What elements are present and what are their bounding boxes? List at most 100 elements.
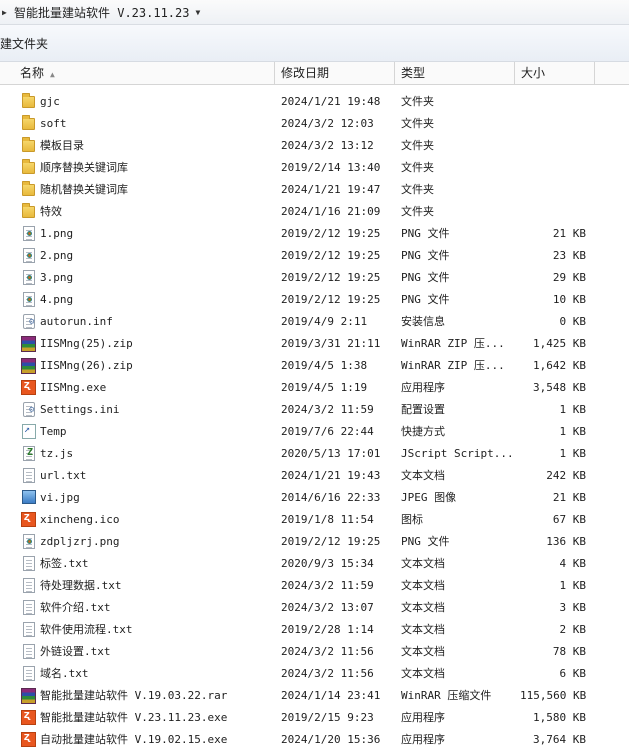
file-size	[520, 201, 586, 223]
file-date: 2019/2/12 19:25	[281, 535, 381, 548]
file-name: 2.png	[40, 249, 74, 262]
column-date[interactable]: 修改日期	[275, 62, 395, 84]
winrar-icon	[21, 336, 36, 352]
file-row[interactable]: 2.png 2019/2/12 19:25 PNG 文件 23 KB	[0, 245, 629, 267]
file-date: 2024/1/21 19:47	[281, 183, 381, 196]
file-row[interactable]: zdpljzrj.png 2019/2/12 19:25 PNG 文件 136 KB	[0, 531, 629, 553]
file-name: 随机替换关键词库	[40, 183, 128, 196]
file-name: 1.png	[40, 227, 74, 240]
file-type: PNG 文件	[401, 249, 450, 262]
file-date: 2019/2/12 19:25	[281, 293, 381, 306]
file-type: JScript Script...	[401, 447, 514, 460]
file-size: 3 KB	[559, 601, 587, 614]
breadcrumb-arrow-icon[interactable]: ▶	[2, 8, 12, 17]
address-bar[interactable]: ▶ 智能批量建站软件 V.23.11.23 ▼	[0, 0, 629, 25]
file-date: 2019/2/14 13:40	[281, 161, 381, 174]
file-row[interactable]: 顺序替换关键词库 2019/2/14 13:40 文件夹	[0, 157, 629, 179]
file-row[interactable]: 智能批量建站软件 V.19.03.22.rar 2024/1/14 23:41 Wi…	[0, 685, 629, 707]
file-size: 78 KB	[552, 645, 586, 658]
file-type: WinRAR 压缩文件	[401, 689, 492, 702]
file-row[interactable]: soft 2024/3/2 12:03 文件夹	[0, 113, 629, 135]
file-type: 文件夹	[401, 161, 434, 174]
script-icon	[23, 446, 35, 461]
file-row[interactable]: xincheng.ico 2019/1/8 11:54 图标 67 KB	[0, 509, 629, 531]
toolbar: 建文件夹	[0, 25, 629, 62]
text-file-icon	[23, 666, 35, 681]
column-type-label: 类型	[401, 66, 426, 80]
file-row[interactable]: 外链设置.txt 2024/3/2 11:56 文本文档 78 KB	[0, 641, 629, 663]
breadcrumb-current-folder[interactable]: 智能批量建站软件 V.23.11.23	[14, 4, 189, 21]
column-size[interactable]: 大小	[515, 62, 595, 84]
file-type: 文本文档	[401, 645, 445, 658]
file-row[interactable]: 4.png 2019/2/12 19:25 PNG 文件 10 KB	[0, 289, 629, 311]
file-name: soft	[40, 117, 67, 130]
file-type: 文本文档	[401, 667, 445, 680]
file-date: 2019/4/5 1:38	[281, 359, 368, 372]
shortcut-icon	[22, 424, 36, 439]
file-size: 21 KB	[552, 227, 586, 240]
file-date: 2024/1/21 19:48	[281, 95, 381, 108]
file-date: 2024/1/16 21:09	[281, 205, 381, 218]
winrar-icon	[21, 688, 36, 704]
file-row[interactable]: 自动批量建站软件 V.19.02.15.exe 2024/1/20 15:36 应用…	[0, 729, 629, 751]
file-row[interactable]: 智能批量建站软件 V.23.11.23.exe 2019/2/15 9:23 应用程…	[0, 707, 629, 729]
file-type: WinRAR ZIP 压...	[401, 337, 505, 350]
file-row[interactable]: IISMng(26).zip 2019/4/5 1:38 WinRAR ZIP 压.…	[0, 355, 629, 377]
file-type: PNG 文件	[401, 293, 450, 306]
file-date: 2019/7/6 22:44	[281, 425, 374, 438]
file-row[interactable]: 1.png 2019/2/12 19:25 PNG 文件 21 KB	[0, 223, 629, 245]
file-size: 1,580 KB	[533, 711, 586, 724]
file-row[interactable]: 域名.txt 2024/3/2 11:56 文本文档 6 KB	[0, 663, 629, 685]
file-row[interactable]: 软件使用流程.txt 2019/2/28 1:14 文本文档 2 KB	[0, 619, 629, 641]
file-size: 4 KB	[559, 557, 587, 570]
file-date: 2014/6/16 22:33	[281, 491, 381, 504]
file-date: 2019/4/9 2:11	[281, 315, 368, 328]
file-row[interactable]: vi.jpg 2014/6/16 22:33 JPEG 图像 21 KB	[0, 487, 629, 509]
file-row[interactable]: 模板目录 2024/3/2 13:12 文件夹	[0, 135, 629, 157]
file-row[interactable]: IISMng(25).zip 2019/3/31 21:11 WinRAR ZIP …	[0, 333, 629, 355]
file-type: 应用程序	[401, 733, 445, 746]
file-size: 10 KB	[552, 293, 586, 306]
new-folder-button[interactable]: 建文件夹	[0, 35, 48, 52]
file-type: 快捷方式	[401, 425, 445, 438]
file-name: IISMng(26).zip	[40, 359, 133, 372]
file-row[interactable]: 待处理数据.txt 2024/3/2 11:59 文本文档 1 KB	[0, 575, 629, 597]
sort-ascending-icon: ▲	[50, 70, 55, 79]
png-icon	[23, 226, 35, 241]
file-name: 3.png	[40, 271, 74, 284]
file-name: 自动批量建站软件 V.19.02.15.exe	[40, 733, 228, 746]
file-row[interactable]: url.txt 2024/1/21 19:43 文本文档 242 KB	[0, 465, 629, 487]
winrar-icon	[21, 358, 36, 374]
text-file-icon	[23, 622, 35, 637]
file-date: 2024/3/2 13:07	[281, 601, 374, 614]
file-row[interactable]: 3.png 2019/2/12 19:25 PNG 文件 29 KB	[0, 267, 629, 289]
file-row[interactable]: 特效 2024/1/16 21:09 文件夹	[0, 201, 629, 223]
file-size: 1,642 KB	[533, 359, 586, 372]
file-row[interactable]: gjc 2024/1/21 19:48 文件夹	[0, 91, 629, 113]
file-type: 安装信息	[401, 315, 445, 328]
file-row[interactable]: autorun.inf 2019/4/9 2:11 安装信息 0 KB	[0, 311, 629, 333]
file-row[interactable]: IISMng.exe 2019/4/5 1:19 应用程序 3,548 KB	[0, 377, 629, 399]
file-row[interactable]: Temp 2019/7/6 22:44 快捷方式 1 KB	[0, 421, 629, 443]
file-row[interactable]: 标签.txt 2020/9/3 15:34 文本文档 4 KB	[0, 553, 629, 575]
file-name: 智能批量建站软件 V.23.11.23.exe	[40, 711, 228, 724]
text-file-icon	[23, 644, 35, 659]
file-type: WinRAR ZIP 压...	[401, 359, 505, 372]
file-size: 1 KB	[559, 447, 587, 460]
text-file-icon	[23, 578, 35, 593]
file-type: 文件夹	[401, 95, 434, 108]
file-row[interactable]: tz.js 2020/5/13 17:01 JScript Script... 1 K…	[0, 443, 629, 465]
file-size	[520, 91, 586, 113]
file-size: 2 KB	[559, 623, 587, 636]
file-name: Temp	[40, 425, 67, 438]
column-name[interactable]: 名称 ▲	[0, 62, 275, 84]
column-type[interactable]: 类型	[395, 62, 515, 84]
breadcrumb-dropdown-icon[interactable]: ▼	[195, 8, 200, 17]
file-name: 模板目录	[40, 139, 84, 152]
file-row[interactable]: Settings.ini 2024/3/2 11:59 配置设置 1 KB	[0, 399, 629, 421]
file-date: 2019/2/15 9:23	[281, 711, 374, 724]
file-name: 智能批量建站软件 V.19.03.22.rar	[40, 689, 228, 702]
file-row[interactable]: 随机替换关键词库 2024/1/21 19:47 文件夹	[0, 179, 629, 201]
text-file-icon	[23, 468, 35, 483]
file-row[interactable]: 软件介绍.txt 2024/3/2 13:07 文本文档 3 KB	[0, 597, 629, 619]
